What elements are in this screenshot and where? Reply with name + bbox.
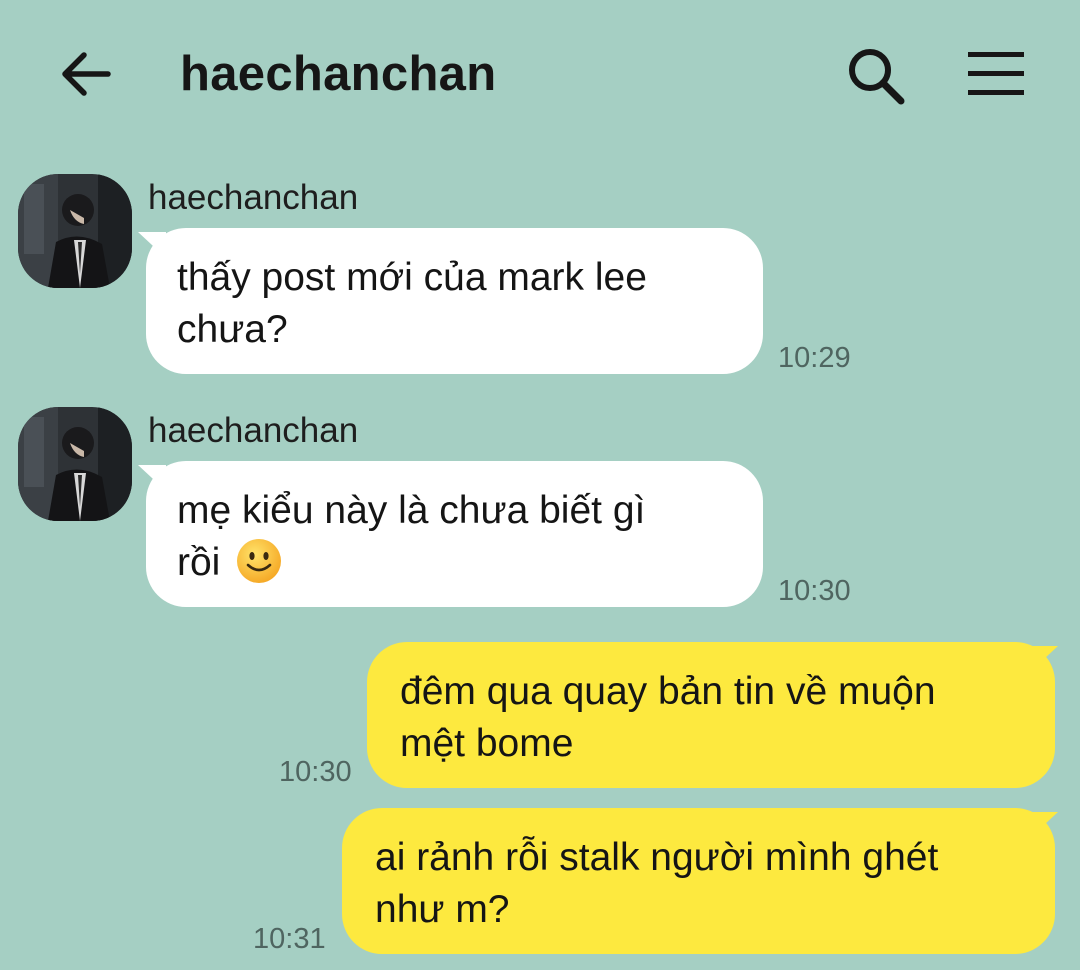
- message-bubble-incoming[interactable]: thấy post mới của mark lee chưa?: [146, 228, 763, 374]
- bubble-tail: [1030, 646, 1058, 672]
- profile-photo: [18, 174, 132, 288]
- message-text-line: mẹ kiểu này là chưa biết gì: [177, 489, 646, 532]
- arrow-left-icon: [62, 52, 111, 96]
- message-timestamp: 10:29: [778, 342, 851, 374]
- message-timestamp: 10:30: [279, 756, 352, 788]
- profile-photo: [18, 407, 132, 521]
- message-text-line: thấy post mới của mark lee: [177, 256, 647, 299]
- message-timestamp: 10:31: [253, 923, 326, 955]
- message-text-line: đêm qua quay bản tin về muộn: [400, 670, 936, 713]
- avatar[interactable]: [18, 407, 132, 521]
- back-button[interactable]: [56, 46, 116, 102]
- menu-icon: [968, 52, 1024, 95]
- message-text-line: mệt bome: [400, 722, 574, 765]
- message-text-line: ai rảnh rỗi stalk người mình ghét: [375, 836, 939, 879]
- sender-name: haechanchan: [148, 178, 359, 217]
- search-button[interactable]: [844, 44, 908, 108]
- slightly-smiling-face-icon: [237, 539, 282, 583]
- search-icon: [849, 49, 905, 105]
- message-text-line: chưa?: [177, 308, 288, 351]
- message-text-line: rồi: [177, 541, 221, 584]
- avatar[interactable]: [18, 174, 132, 288]
- chat-header: haechanchan: [0, 0, 1080, 150]
- chat-title: haechanchan: [180, 47, 497, 101]
- bubble-tail: [1030, 812, 1058, 838]
- menu-button[interactable]: [964, 48, 1028, 100]
- sender-name: haechanchan: [148, 411, 359, 450]
- message-text-line: như m?: [375, 888, 510, 931]
- message-bubble-outgoing[interactable]: ai rảnh rỗi stalk người mình ghét như m?: [342, 808, 1055, 954]
- message-bubble-incoming[interactable]: mẹ kiểu này là chưa biết gì rồi: [146, 461, 763, 607]
- message-bubble-outgoing[interactable]: đêm qua quay bản tin về muộn mệt bome: [367, 642, 1055, 788]
- message-timestamp: 10:30: [778, 575, 851, 607]
